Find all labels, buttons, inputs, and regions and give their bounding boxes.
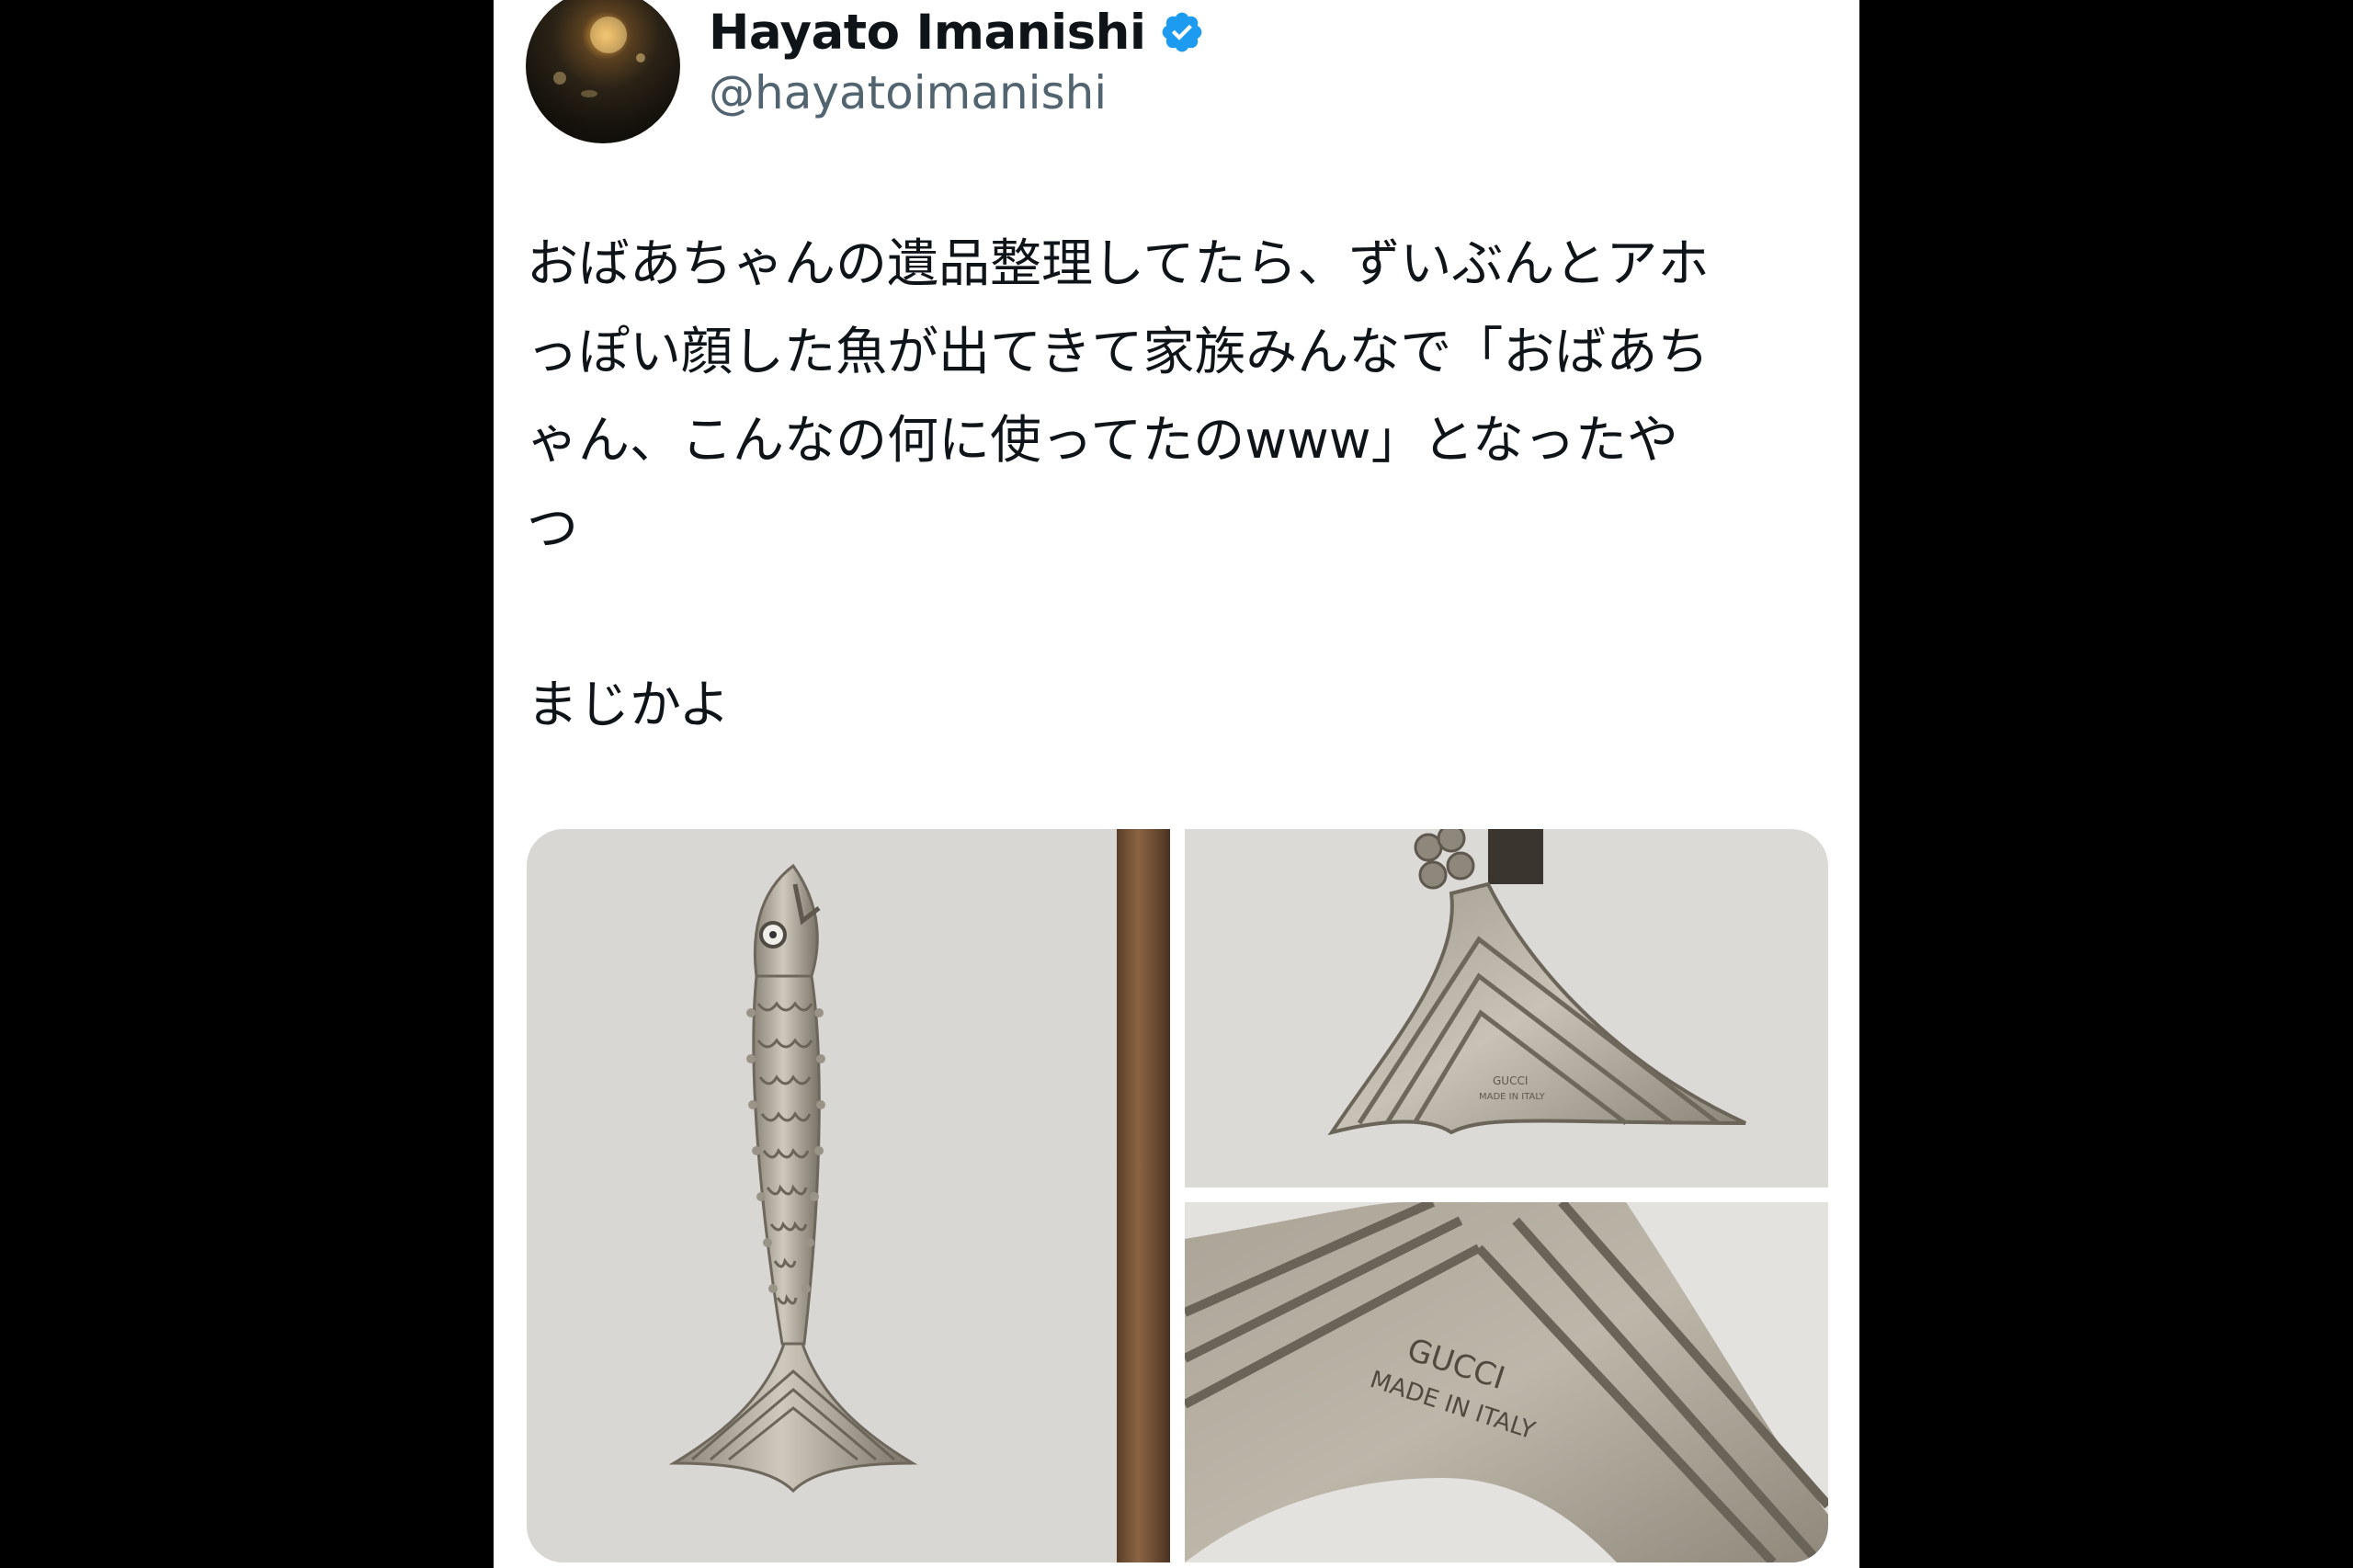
tweet-card: Hayato Imanishi @hayatoimanishi おばあちゃんの遺… — [494, 0, 1859, 1568]
avatar[interactable] — [526, 0, 680, 143]
tweet-line: ゃん、こんなの何に使ってたのwww」となったや — [527, 411, 1678, 471]
media-grid: GUCCI MADE IN ITALY GUCCI MADE IN ITALY — [527, 829, 1828, 1562]
verified-check-icon — [1162, 12, 1201, 52]
tail-engraving-small-2: MADE IN ITALY — [1479, 1092, 1546, 1102]
fish-illustration — [668, 863, 918, 1494]
media-image-fish-full[interactable] — [527, 829, 1170, 1562]
tail-engraving-small: GUCCI — [1493, 1074, 1528, 1087]
tweet-line: おばあちゃんの遺品整理してたら、ずいぶんとアホ — [527, 234, 1710, 294]
engraving-illustration: GUCCI MADE IN ITALY — [1185, 1202, 1828, 1562]
tail-illustration: GUCCI MADE IN ITALY — [1327, 829, 1746, 1136]
author-name-row[interactable]: Hayato Imanishi — [709, 0, 1205, 64]
tweet-line: まじかよ — [527, 676, 731, 735]
media-image-tail[interactable]: GUCCI MADE IN ITALY — [1185, 829, 1828, 1187]
author-display-name[interactable]: Hayato Imanishi — [709, 5, 1146, 61]
tweet-body: おばあちゃんの遺品整理してたら、ずいぶんとアホ っぽい顔した魚が出てきて家族みん… — [527, 221, 1832, 750]
tweet-line: つ — [527, 499, 578, 559]
tweet-line: っぽい顔した魚が出てきて家族みんなで「おばあち — [527, 323, 1710, 382]
media-image-engraving[interactable]: GUCCI MADE IN ITALY — [1185, 1202, 1828, 1562]
author-handle[interactable]: @hayatoimanishi — [709, 66, 1107, 119]
